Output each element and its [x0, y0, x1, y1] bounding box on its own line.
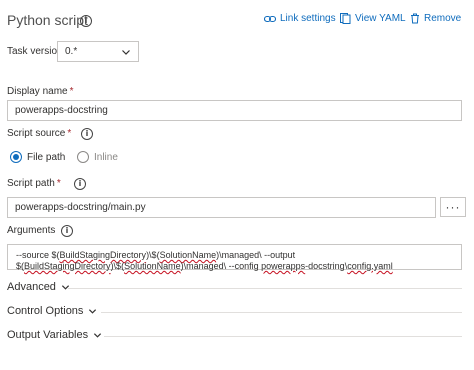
view-yaml-button[interactable]: View YAML — [340, 13, 406, 24]
script-path-input[interactable]: powerapps-docstring/main.py — [7, 197, 436, 218]
view-yaml-icon — [340, 13, 351, 24]
output-variables-section-toggle[interactable]: Output Variables — [7, 329, 102, 341]
arguments-text: )\$( — [146, 250, 160, 260]
arguments-text: $( — [16, 261, 25, 271]
task-version-value: 0.* — [65, 46, 78, 57]
link-settings-button[interactable]: Link settings — [264, 13, 336, 24]
arguments-text: )\managed\ --config — [180, 261, 262, 271]
required-marker: * — [69, 86, 74, 97]
chevron-down-icon — [61, 284, 70, 290]
browse-button[interactable]: ··· — [440, 197, 466, 217]
link-icon — [264, 15, 276, 22]
divider — [104, 336, 462, 337]
page-title: Python script — [7, 12, 88, 28]
advanced-label: Advanced — [7, 281, 56, 293]
display-name-value: powerapps-docstring — [15, 105, 108, 116]
script-source-label-text: Script source — [7, 128, 66, 139]
arguments-textarea[interactable]: --source $(BuildStagingDirectory)\$(Solu… — [7, 244, 462, 272]
chevron-down-icon — [89, 308, 97, 314]
view-yaml-label: View YAML — [355, 13, 406, 24]
info-icon[interactable]: i — [61, 225, 73, 237]
display-name-input[interactable]: powerapps-docstring — [7, 100, 462, 121]
task-version-select[interactable]: 0.* — [57, 41, 139, 62]
trash-icon — [411, 13, 419, 24]
arguments-line-1: --source $(BuildStagingDirectory)\$(Solu… — [16, 250, 453, 261]
info-icon[interactable]: i — [81, 128, 93, 140]
arguments-text: --source $( — [16, 250, 60, 260]
info-icon[interactable]: i — [74, 178, 86, 190]
radio-button[interactable] — [77, 151, 89, 163]
chevron-down-icon — [122, 49, 130, 55]
radio-inline-label: Inline — [94, 151, 118, 163]
advanced-section-toggle[interactable]: Advanced — [7, 281, 70, 293]
script-path-value: powerapps-docstring/main.py — [15, 202, 146, 213]
control-options-label: Control Options — [7, 305, 84, 317]
output-variables-label: Output Variables — [7, 329, 89, 341]
arguments-text: config.yaml — [347, 261, 393, 271]
required-marker: * — [56, 178, 61, 189]
radio-file-path-label: File path — [27, 151, 66, 163]
remove-label: Remove — [424, 13, 462, 24]
display-name-label-text: Display name — [7, 86, 68, 97]
remove-button[interactable]: Remove — [410, 13, 461, 24]
arguments-text: )\managed\ --output — [216, 250, 296, 260]
arguments-line-2: $(BuildStagingDirectory)\$(SolutionName)… — [16, 261, 453, 272]
arguments-text: SolutionName — [124, 261, 181, 271]
display-name-label: Display name * — [7, 86, 74, 97]
radio-button-selected[interactable] — [10, 151, 22, 163]
chevron-down-icon — [94, 332, 102, 338]
radio-file-path[interactable]: File path — [10, 151, 65, 163]
script-source-label: Script source * — [7, 128, 71, 139]
link-settings-label: Link settings — [280, 13, 336, 24]
required-marker: * — [67, 128, 72, 139]
script-path-label: Script path * — [7, 178, 61, 189]
control-options-section-toggle[interactable]: Control Options — [7, 305, 97, 317]
divider — [68, 288, 462, 289]
divider — [101, 312, 462, 313]
task-version-label: Task version — [7, 46, 63, 57]
arguments-label: Arguments — [7, 225, 56, 236]
radio-inline[interactable]: Inline — [77, 151, 118, 163]
arguments-text: SolutionName — [159, 250, 217, 260]
script-path-label-text: Script path — [7, 178, 55, 189]
arguments-text: )\$( — [110, 261, 125, 271]
arguments-text: BuildStagingDirectory — [59, 250, 147, 260]
info-icon[interactable]: i — [80, 15, 92, 27]
arguments-text: powerapps — [261, 261, 306, 271]
arguments-text: BuildStagingDirectory — [24, 261, 111, 271]
arguments-text: -docstring\ — [305, 261, 348, 271]
